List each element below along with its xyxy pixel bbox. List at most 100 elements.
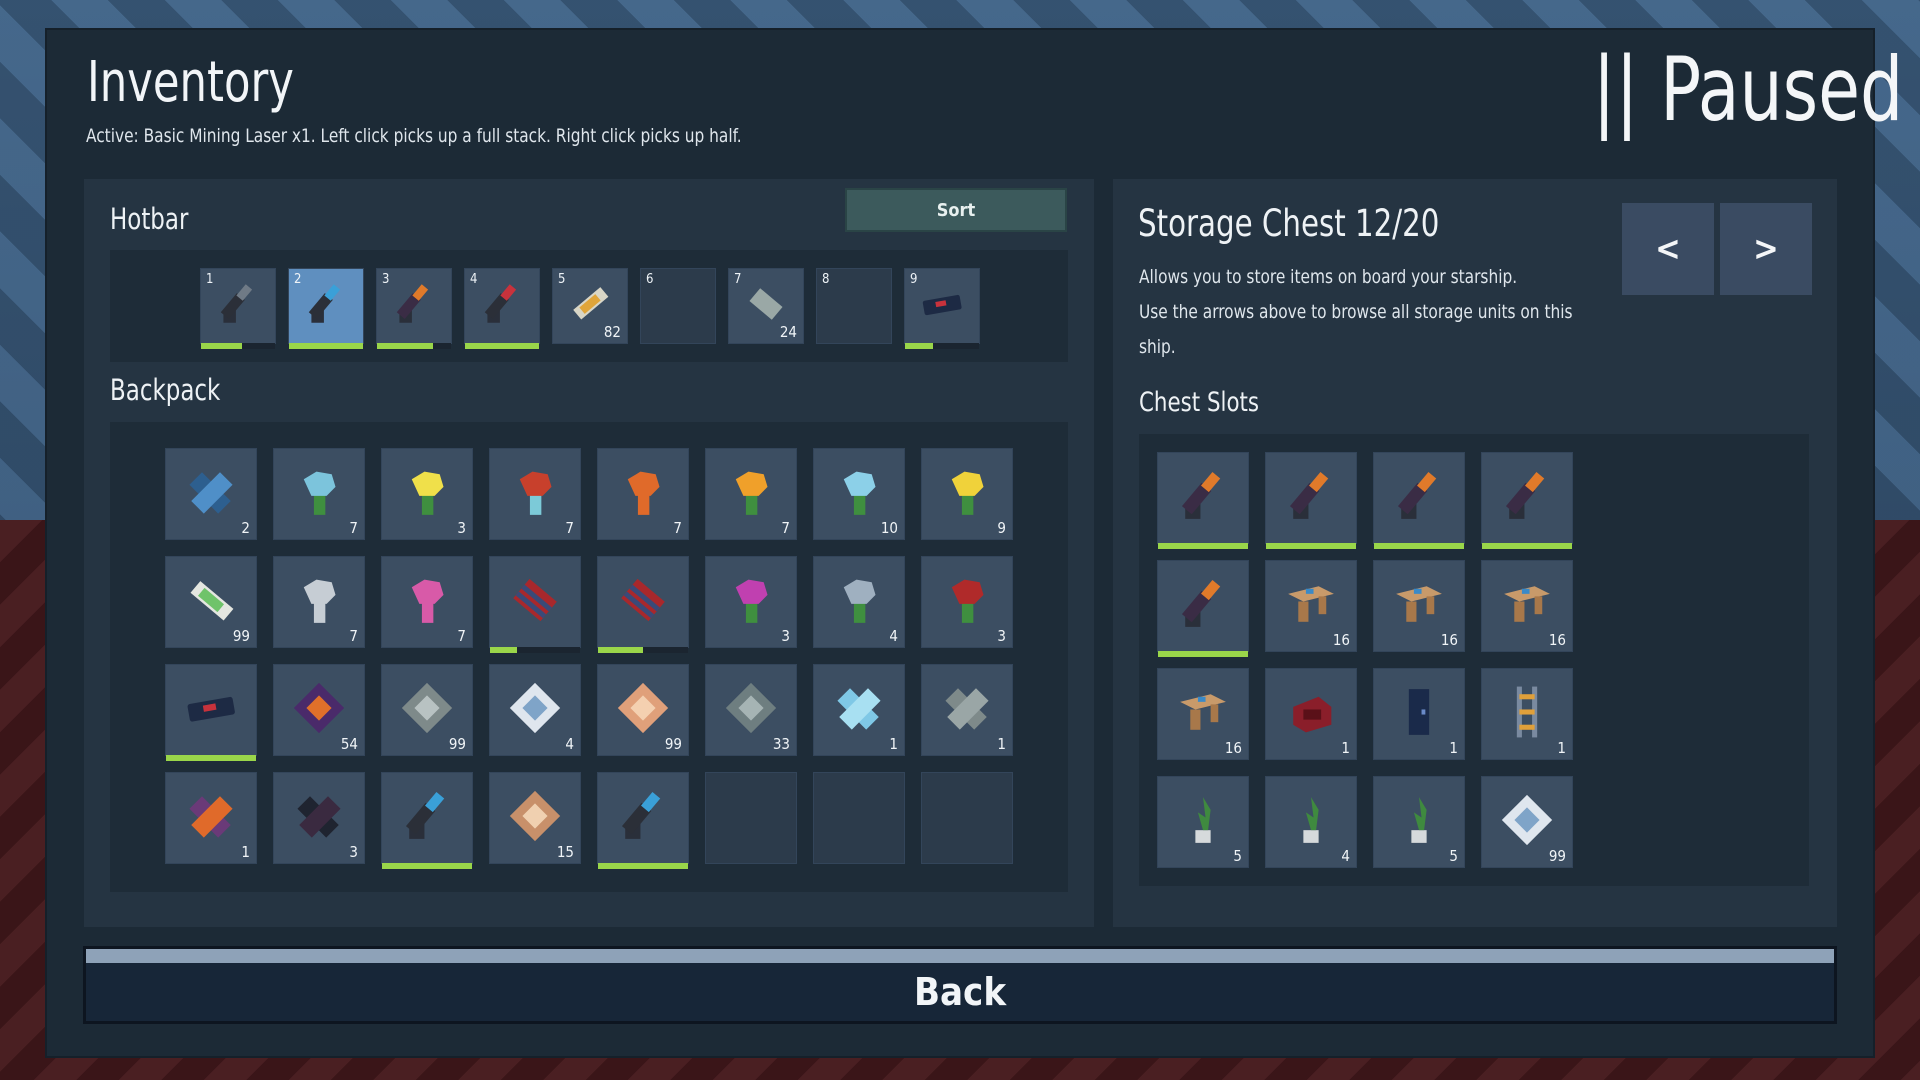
backpack-slot[interactable] <box>921 772 1013 864</box>
ladder-icon <box>1497 682 1558 747</box>
grey-gem-icon <box>397 678 458 743</box>
backpack-slot[interactable] <box>705 772 797 864</box>
backpack-slot[interactable]: 4 <box>489 664 581 756</box>
chest-description: Allows you to store items on board your … <box>1139 260 1599 365</box>
back-button[interactable]: Back <box>83 946 1837 1024</box>
backpack-slot[interactable]: 99 <box>381 664 473 756</box>
mining-laser-orange-icon <box>1497 466 1558 531</box>
backpack-slot[interactable]: 4 <box>813 556 905 648</box>
slot-number: 5 <box>558 272 566 287</box>
backpack-slot[interactable]: 3 <box>381 448 473 540</box>
backpack-slot[interactable]: 1 <box>165 772 257 864</box>
slot-number: 4 <box>470 272 478 287</box>
durability-bar <box>490 647 517 653</box>
purple-orange-crystal-icon <box>181 786 242 851</box>
chest-slot[interactable]: 1 <box>1373 668 1465 760</box>
stack-count: 54 <box>340 735 358 753</box>
next-storage-button[interactable]: > <box>1720 203 1812 295</box>
chest-slot[interactable]: 4 <box>1265 776 1357 868</box>
prev-storage-button[interactable]: < <box>1622 203 1714 295</box>
chest-slot[interactable]: 5 <box>1373 776 1465 868</box>
backpack-slot[interactable] <box>597 556 689 653</box>
durability-bar <box>201 343 242 349</box>
backpack-slot[interactable]: 7 <box>489 448 581 540</box>
backpack-slot[interactable]: 7 <box>705 448 797 540</box>
backpack-slot[interactable]: 99 <box>165 556 257 648</box>
red-flower-icon <box>505 462 566 527</box>
armchair-icon <box>1281 682 1342 747</box>
durability-bar <box>598 647 643 653</box>
stack-count: 3 <box>781 627 790 645</box>
backpack-slot[interactable] <box>597 772 689 869</box>
mining-laser-orange-icon <box>1281 466 1342 531</box>
door-icon <box>1389 682 1450 747</box>
backpack-slot[interactable]: 33 <box>705 664 797 756</box>
chest-slot[interactable]: 16 <box>1481 560 1573 652</box>
slot-number: 9 <box>910 272 918 287</box>
stack-count: 3 <box>349 843 358 861</box>
chest-slot[interactable]: 16 <box>1265 560 1357 652</box>
chest-description-line: Use the arrows above to browse all stora… <box>1139 301 1573 323</box>
backpack-slot[interactable]: 10 <box>813 448 905 540</box>
sort-button[interactable]: Sort <box>845 188 1067 232</box>
hotbar-slot[interactable]: 4 <box>464 268 540 349</box>
chest-slot[interactable] <box>1481 452 1573 549</box>
chest-slot[interactable]: 16 <box>1157 668 1249 760</box>
backpack-slot[interactable] <box>165 664 257 761</box>
backpack-slot[interactable]: 1 <box>921 664 1013 756</box>
hotbar-slot[interactable]: 6 <box>640 268 716 344</box>
chest-slot[interactable] <box>1265 452 1357 549</box>
backpack-slot[interactable] <box>813 772 905 864</box>
peach-gem-icon <box>613 678 674 743</box>
stack-count: 7 <box>565 519 574 537</box>
backpack-slot[interactable]: 15 <box>489 772 581 864</box>
stack-count: 7 <box>457 627 466 645</box>
chest-slot[interactable] <box>1157 560 1249 657</box>
stack-count: 7 <box>349 627 358 645</box>
backpack-slot[interactable]: 7 <box>273 448 365 540</box>
hotbar-slot[interactable]: 9 <box>904 268 980 349</box>
backpack-slot[interactable]: 1 <box>813 664 905 756</box>
backpack-slot[interactable]: 3 <box>921 556 1013 648</box>
slot-number: 2 <box>294 272 302 287</box>
hotbar-slot[interactable]: 2 <box>288 268 364 349</box>
striped-battery-icon <box>613 570 674 635</box>
backpack-slot[interactable]: 2 <box>165 448 257 540</box>
chest-slot[interactable]: 1 <box>1481 668 1573 760</box>
hotbar-slot[interactable]: 5 82 <box>552 268 628 344</box>
backpack-slot[interactable]: 3 <box>273 772 365 864</box>
backpack-slot[interactable]: 99 <box>597 664 689 756</box>
backpack-slot[interactable]: 9 <box>921 448 1013 540</box>
chest-slot[interactable] <box>1373 452 1465 549</box>
stack-count: 5 <box>1233 847 1242 865</box>
durability-bar <box>465 343 539 349</box>
active-item-hint: Active: Basic Mining Laser x1. Left clic… <box>86 125 742 147</box>
magenta-flower-icon <box>721 570 782 635</box>
backpack-slot[interactable] <box>381 772 473 869</box>
hotbar-slot[interactable]: 1 <box>200 268 276 349</box>
stack-count: 99 <box>664 735 682 753</box>
backpack-slot[interactable]: 54 <box>273 664 365 756</box>
durability-bar <box>166 755 256 761</box>
chest-slot[interactable]: 1 <box>1265 668 1357 760</box>
stack-count: 5 <box>1449 847 1458 865</box>
backpack-slot[interactable]: 7 <box>273 556 365 648</box>
mining-laser-red-icon <box>477 279 527 333</box>
backpack-slot[interactable] <box>489 556 581 653</box>
chest-slot[interactable]: 16 <box>1373 560 1465 652</box>
backpack-slot[interactable]: 7 <box>597 448 689 540</box>
backpack-slot[interactable]: 3 <box>705 556 797 648</box>
chest-slot[interactable] <box>1157 452 1249 549</box>
mining-laser-blue-icon <box>301 279 351 333</box>
hotbar-slot[interactable]: 7 24 <box>728 268 804 344</box>
hotbar-slot[interactable]: 3 <box>376 268 452 349</box>
hotbar-slot[interactable]: 8 <box>816 268 892 344</box>
striped-battery-icon <box>505 570 566 635</box>
backpack-label: Backpack <box>110 373 221 407</box>
chest-slot[interactable]: 5 <box>1157 776 1249 868</box>
backpack-slot[interactable]: 7 <box>381 556 473 648</box>
chest-slot[interactable]: 99 <box>1481 776 1573 868</box>
backpack-well: 2 7 3 7 7 7 10 9 99 7 7 3 4 3 54 99 4 99 33 1 1 1 3 15 <box>110 422 1068 892</box>
mining-laser-orange-icon <box>389 279 439 333</box>
stack-count: 1 <box>997 735 1006 753</box>
